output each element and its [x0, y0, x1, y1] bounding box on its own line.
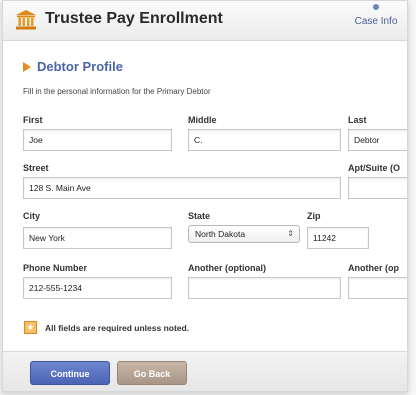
city-label: City: [23, 211, 41, 221]
last-name-field[interactable]: Debtor: [348, 129, 407, 151]
first-name-field[interactable]: Joe: [23, 129, 172, 151]
state-select[interactable]: North Dakota ⇕: [188, 225, 300, 243]
arrow-right-icon: [23, 61, 31, 72]
case-info-link[interactable]: Case Info: [351, 4, 401, 29]
state-label: State: [188, 211, 211, 221]
required-note: ★ All fields are required unless noted.: [24, 321, 189, 334]
phone-alt2-label: Another (op: [348, 263, 399, 273]
continue-button[interactable]: Continue: [30, 361, 110, 385]
go-back-button[interactable]: Go Back: [117, 361, 187, 385]
zip-field[interactable]: 11242: [307, 227, 369, 249]
bank-icon: [16, 10, 36, 30]
required-note-text: All fields are required unless noted.: [45, 322, 190, 333]
section-header: Debtor Profile: [23, 59, 123, 74]
star-icon: ★: [24, 321, 37, 334]
apt-suite-field[interactable]: [348, 177, 407, 199]
street-field[interactable]: 128 S. Main Ave: [23, 177, 341, 199]
section-title: Debtor Profile: [37, 59, 123, 74]
info-dot-icon: [373, 4, 379, 10]
phone-alt1-label: Another (optional): [188, 263, 266, 273]
apt-suite-label: Apt/Suite (O: [348, 163, 400, 173]
page-title: Trustee Pay Enrollment: [45, 10, 223, 27]
phone-alt1-field[interactable]: [188, 277, 341, 299]
first-name-label: First: [23, 115, 43, 125]
instructions-text: Fill in the personal information for the…: [23, 87, 211, 96]
zip-label: Zip: [307, 211, 321, 221]
enrollment-window: Trustee Pay Enrollment Case Info Debtor …: [2, 0, 408, 392]
middle-name-field[interactable]: C.: [188, 129, 341, 151]
phone-label: Phone Number: [23, 263, 88, 273]
phone-alt2-field[interactable]: [348, 277, 407, 299]
footer-bar: Continue Go Back: [3, 351, 407, 391]
phone-field[interactable]: 212-555-1234: [23, 277, 172, 299]
street-label: Street: [23, 163, 49, 173]
header-bar: Trustee Pay Enrollment Case Info: [3, 1, 407, 41]
last-name-label: Last: [348, 115, 367, 125]
state-select-value: North Dakota: [195, 229, 246, 239]
chevron-updown-icon: ⇕: [287, 229, 294, 238]
city-field[interactable]: New York: [23, 227, 172, 249]
case-info-label: Case Info: [354, 16, 398, 27]
middle-name-label: Middle: [188, 115, 217, 125]
